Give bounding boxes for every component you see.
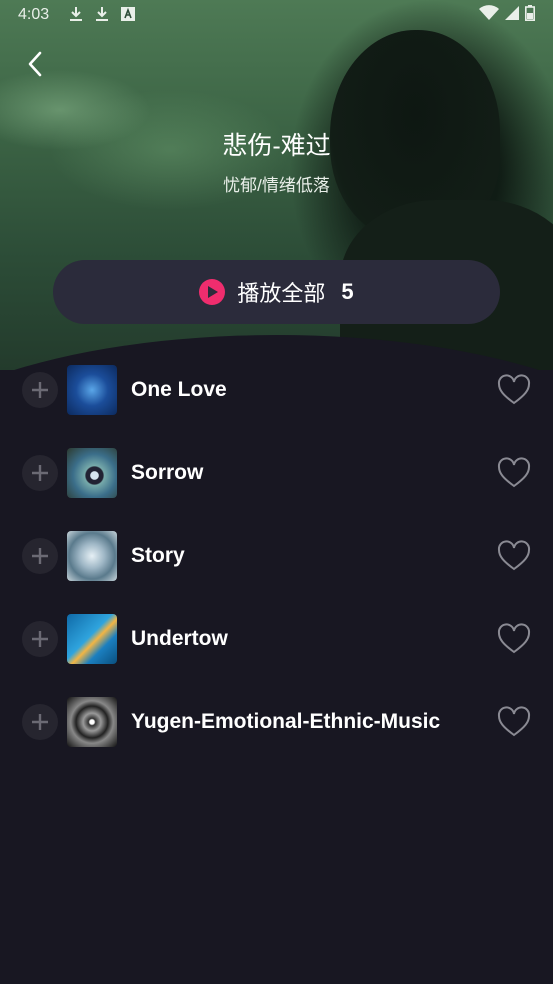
heart-icon [497,373,531,404]
download-icon [69,6,83,25]
list-item[interactable]: Yugen-Emotional-Ethnic-Music [0,680,553,763]
song-title: One Love [131,377,227,401]
list-item[interactable]: Story [0,514,553,597]
status-time: 4:03 [18,6,50,23]
list-item[interactable]: Sorrow [0,431,553,514]
add-button[interactable] [22,537,58,574]
song-list: One Love Sorrow Story Undertow Yugen-Emo… [0,348,553,763]
status-icons-right [479,4,535,26]
list-item[interactable]: One Love [0,348,553,431]
signal-icon [505,5,519,25]
list-item[interactable]: Undertow [0,597,553,680]
play-icon [199,279,226,305]
heart-icon [497,539,531,570]
favorite-button[interactable] [497,705,531,739]
album-cover [67,364,117,415]
download-icon [95,6,109,25]
album-cover [67,530,117,581]
heart-icon [497,705,531,736]
wifi-icon [479,4,499,26]
plus-icon [32,381,48,398]
favorite-button[interactable] [497,456,531,490]
favorite-button[interactable] [497,622,531,656]
heart-icon [497,456,531,487]
playlist-title: 悲伤-难过 [222,132,331,160]
plus-icon [32,630,48,647]
favorite-button[interactable] [497,539,531,573]
play-all-label: 播放全部 [237,281,326,306]
add-button[interactable] [22,703,58,740]
song-title: Story [131,543,185,567]
playlist-subtitle: 忧郁/情绪低落 [223,176,330,195]
chevron-left-icon [28,51,42,77]
song-title: Undertow [131,626,228,650]
status-bar: 4:03 [0,0,553,30]
heart-icon [497,622,531,653]
add-button[interactable] [22,620,58,657]
album-cover [67,696,117,747]
add-button[interactable] [22,454,58,491]
battery-icon [525,4,535,26]
back-button[interactable] [20,48,50,80]
plus-icon [32,464,48,481]
album-cover [67,613,117,664]
favorite-button[interactable] [497,373,531,407]
add-button[interactable] [22,371,58,408]
album-cover [67,447,117,498]
plus-icon [32,713,48,730]
play-all-button[interactable]: 播放全部 5 [53,260,500,324]
song-title: Yugen-Emotional-Ethnic-Music [131,709,441,733]
song-title: Sorrow [131,460,204,484]
plus-icon [32,547,48,564]
song-count: 5 [341,279,354,304]
text-a-icon [121,6,136,24]
